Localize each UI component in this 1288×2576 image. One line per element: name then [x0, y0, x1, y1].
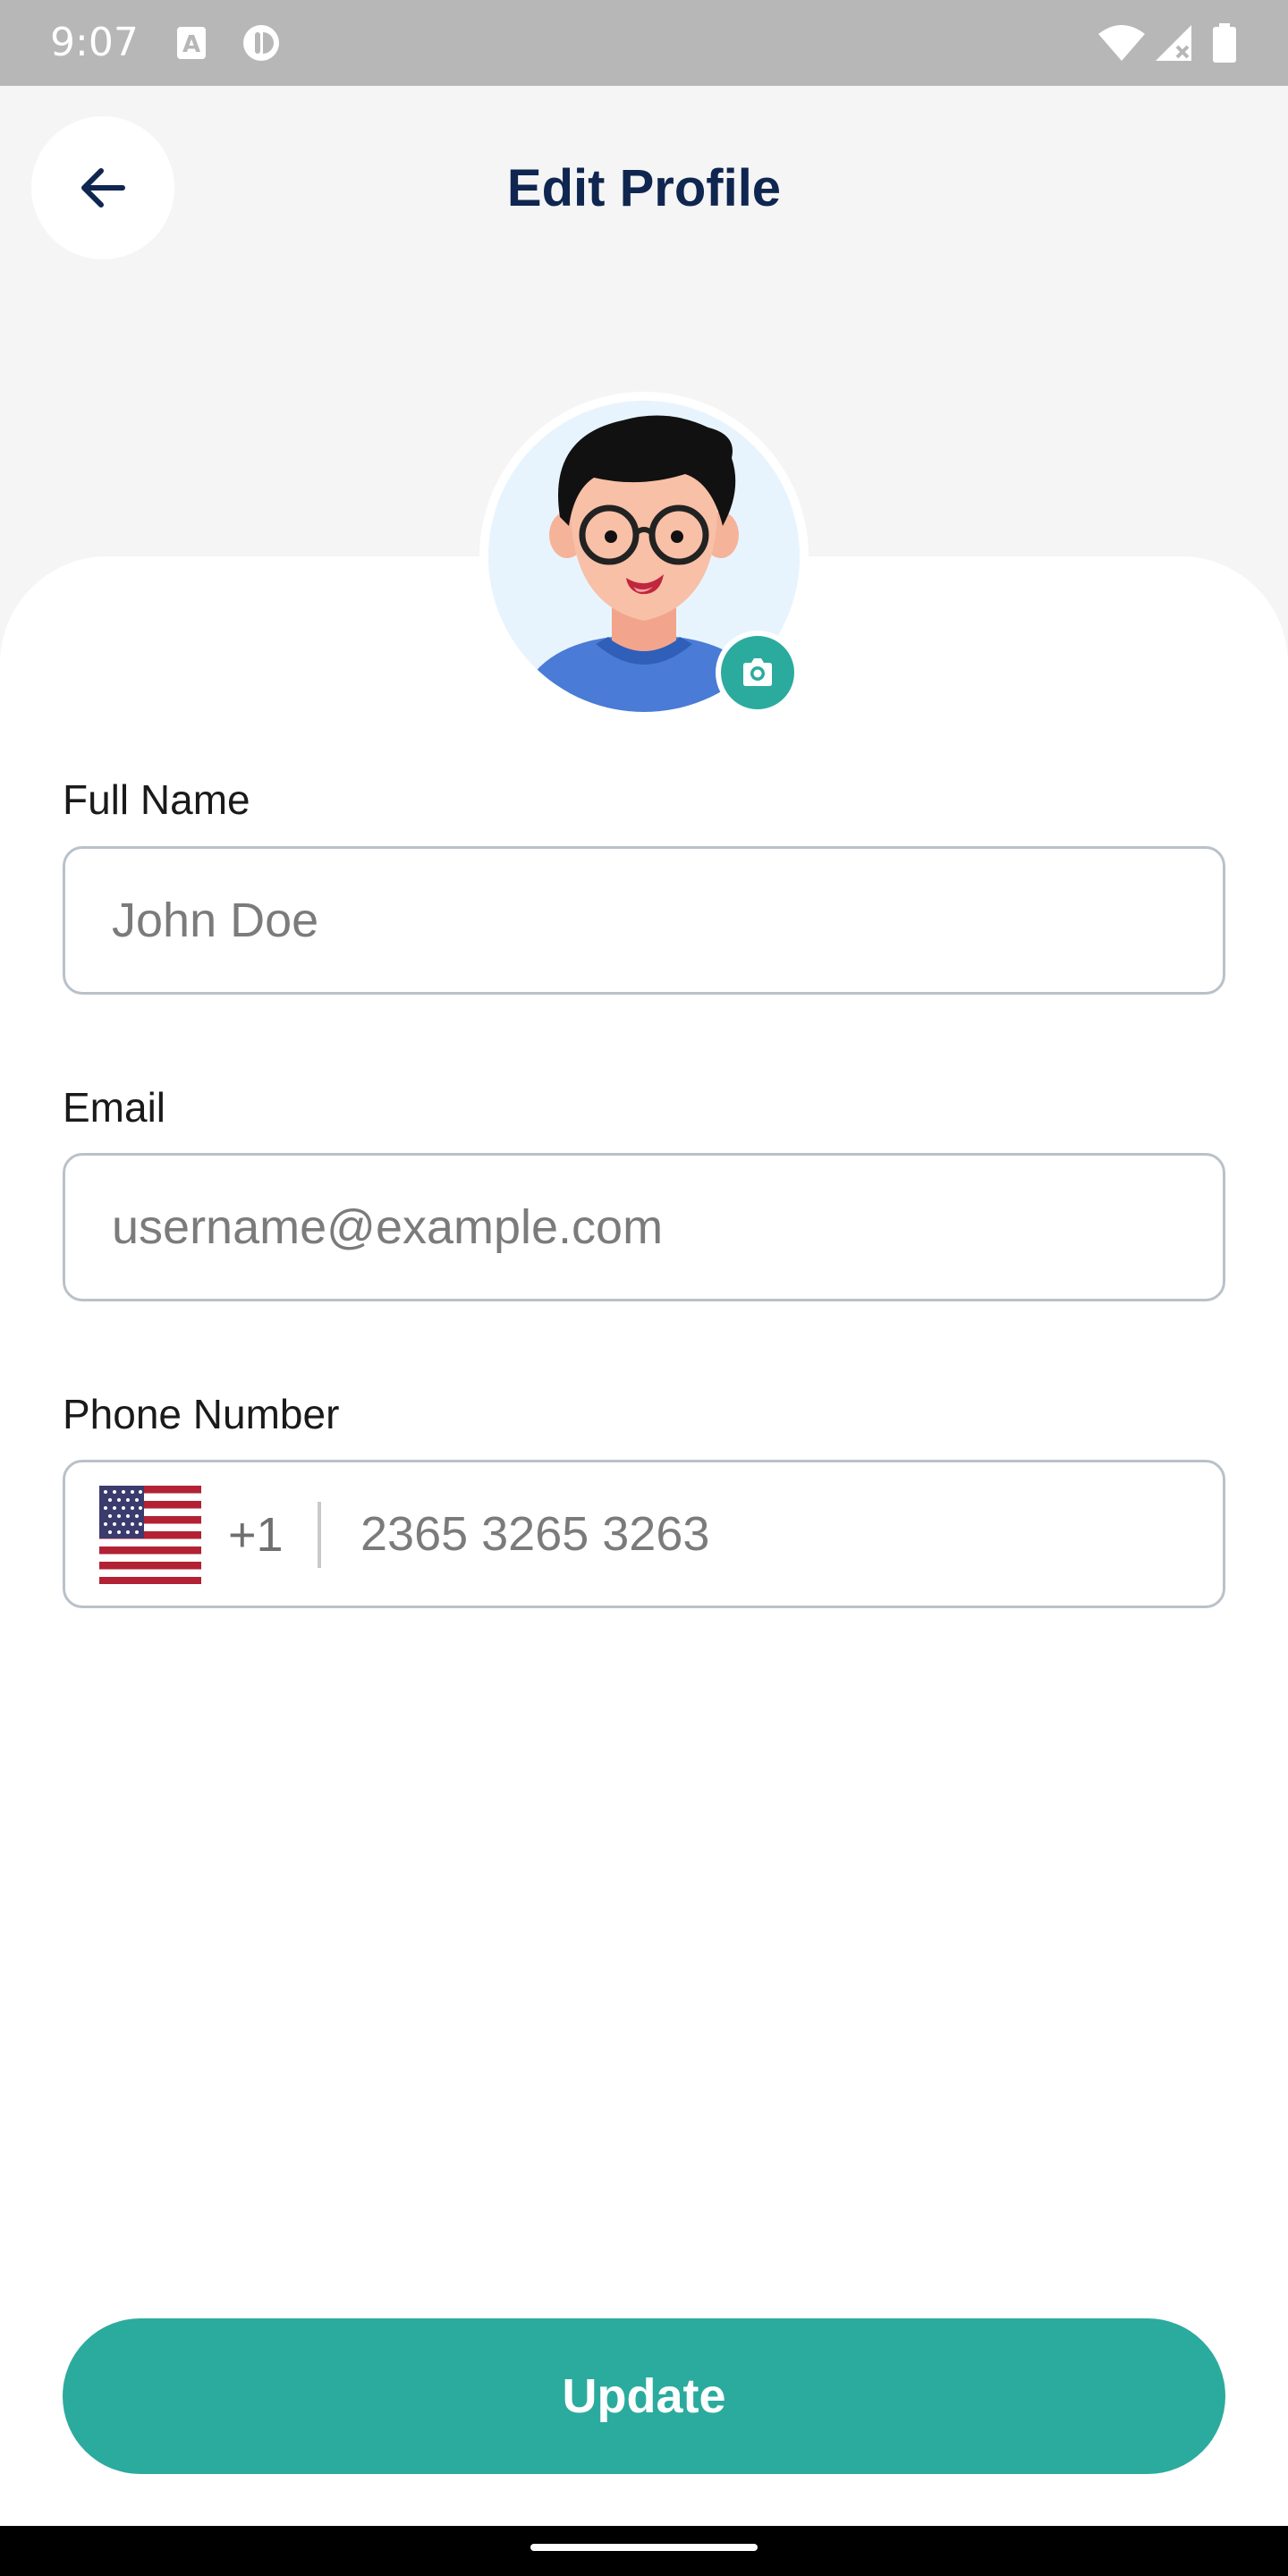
- email-label: Email: [63, 1084, 166, 1131]
- app-notification-icon: [243, 25, 279, 61]
- wifi-icon: [1098, 25, 1145, 61]
- phone-field[interactable]: +1: [63, 1460, 1225, 1608]
- camera-icon: [743, 658, 772, 686]
- home-indicator[interactable]: [530, 2544, 758, 2551]
- full-name-label: Full Name: [63, 776, 250, 823]
- us-flag-icon[interactable]: [99, 1486, 201, 1584]
- keyboard-a-icon: A: [177, 27, 206, 59]
- change-photo-button[interactable]: [716, 631, 800, 715]
- country-dial-code[interactable]: +1: [228, 1507, 284, 1563]
- navigation-bar: [0, 2526, 1288, 2576]
- phone-divider: [318, 1502, 321, 1568]
- phone-label: Phone Number: [63, 1391, 340, 1437]
- battery-icon: [1213, 23, 1236, 63]
- signal-icon: [1156, 25, 1191, 61]
- full-name-input[interactable]: [112, 849, 1196, 992]
- full-name-field[interactable]: [63, 846, 1225, 995]
- email-field[interactable]: [63, 1153, 1225, 1301]
- edit-profile-screen: 9:07 A Edit Profile Full Name John Doe E…: [0, 0, 1288, 2576]
- svg-text:A: A: [182, 31, 200, 58]
- status-bar: 9:07 A: [0, 0, 1288, 86]
- header: Edit Profile: [0, 86, 1288, 292]
- status-time: 9:07: [50, 20, 139, 65]
- email-input[interactable]: [112, 1156, 1196, 1299]
- phone-input[interactable]: [360, 1462, 1196, 1606]
- page-title: Edit Profile: [506, 159, 782, 217]
- update-button[interactable]: Update: [63, 2318, 1225, 2474]
